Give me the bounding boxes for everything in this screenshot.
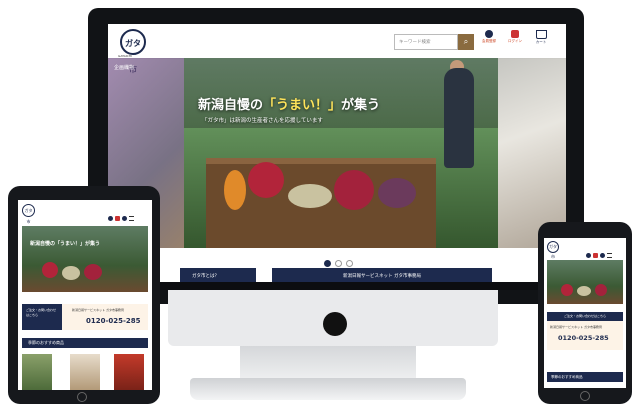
lock-icon: [511, 30, 519, 38]
phone-home-button[interactable]: [580, 391, 590, 401]
lock-icon[interactable]: [115, 216, 120, 221]
hero-title: 新潟自慢の「うまい！」が集う: [198, 94, 380, 113]
phone-contact-label: ご注文・お問い合わせはこちら: [547, 312, 623, 321]
beet-image: [334, 170, 374, 210]
monitor-stand: [240, 346, 416, 382]
user-icon: [485, 30, 493, 38]
tablet-screen: ガタ市 新潟自慢の「うまい！」が集う ご注文・お問い合わせはこちら 新潟日報サー…: [18, 200, 152, 390]
purple-radish-image: [378, 178, 416, 208]
phone-phone-number[interactable]: 0120-025-285: [558, 334, 609, 342]
search-button[interactable]: ⌕: [458, 34, 474, 50]
register-label: 会員登録: [482, 39, 496, 43]
product-thumb[interactable]: [22, 354, 52, 390]
menu-icon[interactable]: [607, 253, 612, 258]
prev-slide-tag: 企画織物: [114, 65, 135, 71]
desktop-screen: ガタ市 GATAICHI キーワード検索 ⌕ 会員登録 ログイン カート 企画織…: [108, 24, 566, 282]
product-thumb[interactable]: [70, 354, 100, 390]
beet-image: [84, 264, 102, 280]
turnip-image: [62, 266, 80, 280]
register-button[interactable]: 会員登録: [480, 30, 498, 44]
lock-icon[interactable]: [593, 253, 598, 258]
phone-logo[interactable]: ガタ市: [547, 241, 559, 259]
about-button[interactable]: ガタ市とは？: [180, 268, 256, 282]
tablet-hero[interactable]: 新潟自慢の「うまい！」が集う: [22, 226, 148, 292]
product-thumb[interactable]: [114, 354, 144, 390]
hero-title-post: が集う: [341, 98, 381, 113]
hero-slide[interactable]: 新潟自慢の「うまい！」が集う 「ガタ市」は新潟の生産者さんを応援しています: [184, 58, 498, 248]
tablet-home-button[interactable]: [77, 392, 87, 402]
radish-image: [248, 162, 284, 198]
hotline-button[interactable]: 新潟日報サービスネット ガタ市事務局: [272, 268, 492, 282]
monitor-base: [190, 378, 466, 400]
cart-icon: [535, 30, 547, 39]
login-button[interactable]: ログイン: [506, 30, 524, 44]
monitor-logo-icon: [323, 312, 347, 336]
tablet-header-icons: [106, 206, 134, 225]
cart-button[interactable]: カート: [532, 30, 550, 45]
login-label: ログイン: [508, 39, 522, 43]
hero-title-pre: 新潟自慢の: [198, 98, 264, 113]
phone-recommend-title: 季節のおすすめ商品: [547, 372, 623, 382]
hero-carousel[interactable]: 企画織物 新潟自慢の「うまい！」が集う 「ガタ市」は新潟の生産者さんを応援してい…: [108, 58, 566, 248]
site-header: ガタ市 GATAICHI キーワード検索 ⌕ 会員登録 ログイン カート: [108, 24, 566, 74]
menu-icon[interactable]: [129, 216, 134, 221]
search-icon: ⌕: [463, 37, 469, 46]
carousel-dot[interactable]: [346, 260, 353, 267]
farmer-body-image: [444, 68, 474, 168]
tablet-hotline-label: 新潟日報サービスネット ガタ市事務局: [72, 308, 124, 312]
search-input[interactable]: キーワード検索: [394, 34, 458, 50]
cart-icon[interactable]: [600, 253, 605, 258]
phone-screen: ガタ市 ご注文・お問い合わせはこちら 新潟日報サービスネット ガタ市事務局 01…: [544, 238, 626, 388]
carousel-dot[interactable]: [335, 260, 342, 267]
tablet-phone-number[interactable]: 0120-025-285: [86, 317, 141, 325]
turnip-image: [577, 286, 591, 296]
user-icon[interactable]: [586, 253, 591, 258]
tablet-logo[interactable]: ガタ市: [22, 204, 35, 224]
monitor-bottom-bezel: [108, 282, 566, 290]
tablet-recommend-title: 季節のおすすめ商品: [22, 338, 148, 348]
carrot-image: [224, 170, 246, 210]
hero-subtitle: 「ガタ市」は新潟の生産者さんを応援しています: [202, 118, 323, 124]
radish-image: [561, 284, 573, 296]
tablet-hero-title: 新潟自慢の「うまい！」が集う: [30, 241, 101, 247]
hero-next-slide[interactable]: [498, 58, 566, 248]
phone-hotline-label: 新潟日報サービスネット ガタ市事務局: [550, 325, 602, 329]
phone-hero[interactable]: [547, 260, 623, 304]
radish-image: [42, 262, 58, 278]
cart-label: カート: [535, 40, 547, 44]
beet-image: [595, 284, 607, 296]
turnip-image: [288, 184, 332, 208]
hero-title-highlight: 「うまい！」: [263, 98, 342, 113]
cart-icon[interactable]: [122, 216, 127, 221]
carousel-dot[interactable]: [324, 260, 331, 267]
site-logo[interactable]: ガタ市: [120, 29, 146, 74]
user-icon[interactable]: [108, 216, 113, 221]
tablet-contact-label: ご注文・お問い合わせはこちら: [22, 304, 62, 330]
